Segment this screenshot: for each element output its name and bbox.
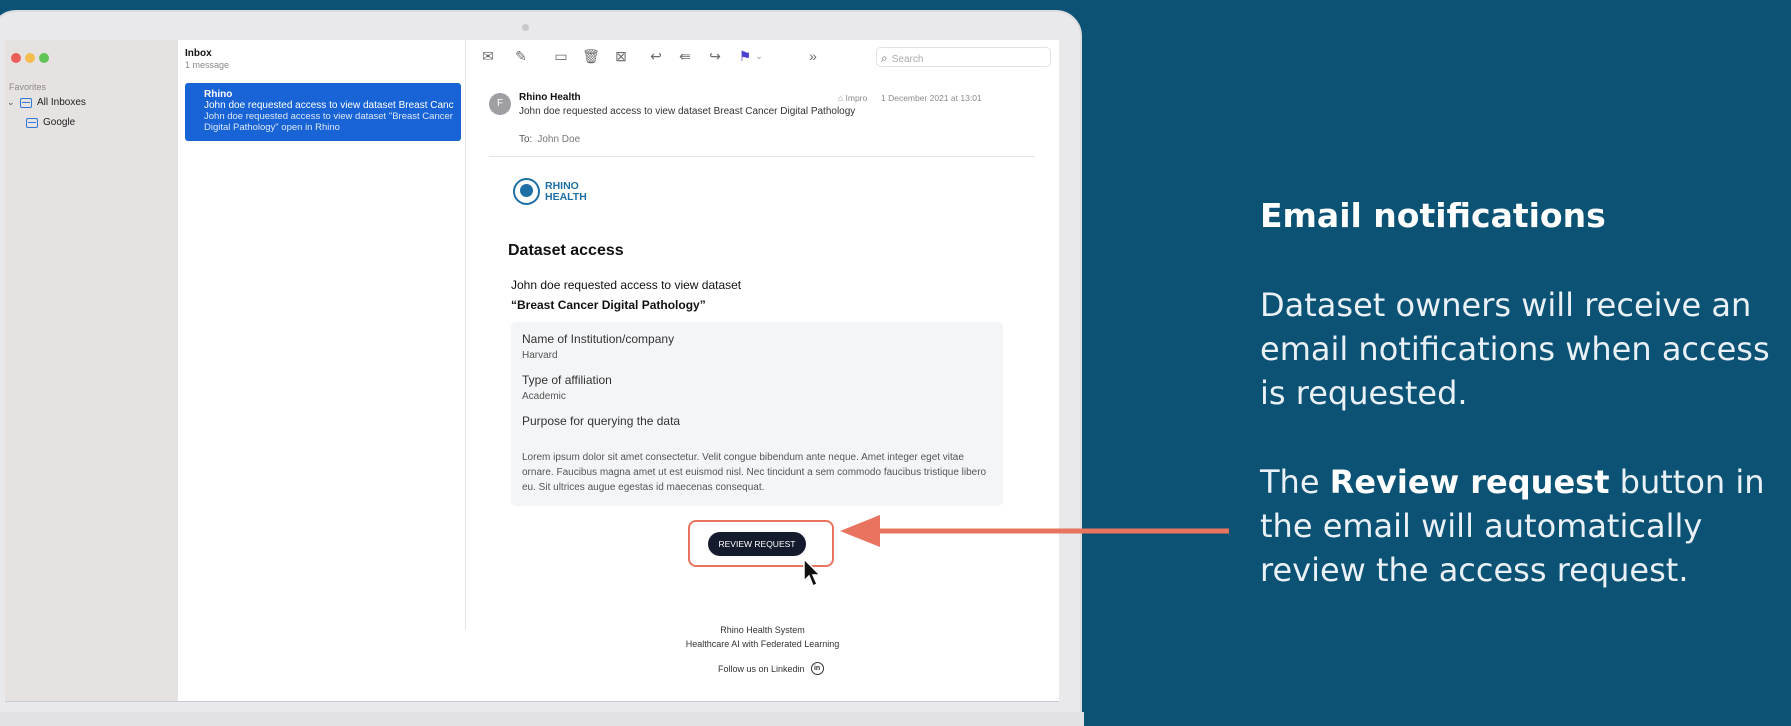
arrow-head — [840, 515, 880, 547]
panel-paragraph-1: Dataset owners will receive an email not… — [1260, 286, 1770, 412]
panel-paragraph-2: The Review request button in the email w… — [1260, 460, 1785, 592]
panel-bold-text: Review request — [1329, 463, 1610, 501]
panel-text: The — [1260, 463, 1330, 501]
panel-title: Email notifications — [1260, 196, 1606, 235]
